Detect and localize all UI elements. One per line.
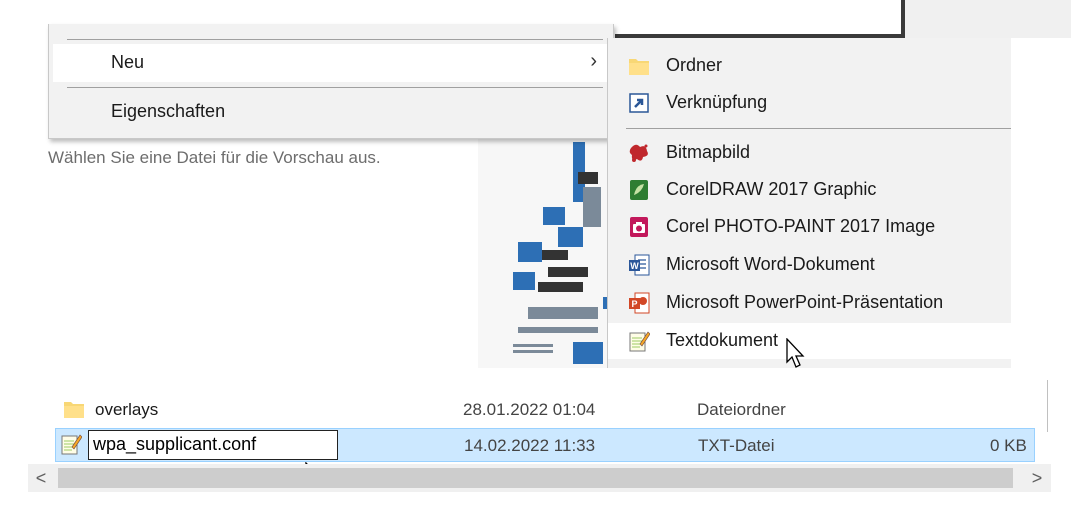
- submenu-arrow-icon: ›: [590, 50, 597, 72]
- pane-divider: [1047, 380, 1048, 432]
- submenu-item-bitmapbild[interactable]: Bitmapbild: [608, 135, 1011, 171]
- menu-item-neu[interactable]: Neu ›: [53, 44, 609, 82]
- background-window-area: [905, 0, 1071, 38]
- mouse-cursor-icon: [786, 338, 805, 368]
- file-size: 0 KB: [990, 436, 1027, 455]
- submenu-item-label: Microsoft PowerPoint-Präsentation: [666, 292, 944, 312]
- submenu-item-coreldraw[interactable]: CorelDRAW 2017 Graphic: [608, 172, 1011, 208]
- submenu-item-label: Microsoft Word-Dokument: [666, 254, 875, 274]
- menu-item-label: Eigenschaften: [111, 101, 226, 121]
- menu-separator: [67, 39, 603, 40]
- scroll-left-button[interactable]: <: [28, 464, 54, 492]
- preview-image: [478, 132, 613, 368]
- preview-message: Wählen Sie eine Datei für die Vorschau a…: [48, 148, 381, 167]
- submenu-item-textdokument[interactable]: Textdokument: [608, 323, 1011, 359]
- submenu-new: Ordner Verknüpfung Bitmapbild CorelDRAW …: [607, 38, 1011, 368]
- horizontal-scrollbar[interactable]: >: [28, 464, 1051, 492]
- file-row-overlays[interactable]: overlays 28.01.2022 01:04 Dateiordner: [55, 393, 1035, 427]
- photopaint-icon: [630, 217, 648, 237]
- file-type: TXT-Datei: [698, 436, 775, 455]
- file-name: overlays: [95, 400, 159, 419]
- svg-text:P: P: [631, 299, 637, 309]
- menu-separator: [67, 87, 603, 88]
- context-menu: Neu › Eigenschaften: [48, 24, 614, 139]
- menu-item-eigenschaften[interactable]: Eigenschaften: [53, 93, 609, 131]
- folder-icon: [629, 59, 649, 75]
- submenu-item-ordner[interactable]: Ordner: [608, 48, 1011, 84]
- folder-icon: [64, 402, 84, 418]
- bitmap-icon: [629, 144, 648, 162]
- submenu-item-photopaint[interactable]: Corel PHOTO-PAINT 2017 Image: [608, 209, 1011, 245]
- file-date: 28.01.2022 01:04: [463, 400, 596, 419]
- file-row-wpa-supplicant[interactable]: wpa_supplicant.conf 14.02.2022 11:33 TXT…: [55, 428, 1035, 462]
- scrollbar-thumb[interactable]: [58, 468, 1013, 488]
- submenu-item-label: Textdokument: [666, 330, 779, 350]
- rename-input[interactable]: wpa_supplicant.conf: [88, 430, 338, 460]
- submenu-item-word[interactable]: W Microsoft Word-Dokument: [608, 247, 1011, 283]
- text-document-icon: [629, 331, 650, 352]
- scroll-right-button[interactable]: >: [1023, 464, 1051, 492]
- submenu-item-label: CorelDRAW 2017 Graphic: [666, 179, 877, 199]
- powerpoint-icon: P: [629, 292, 650, 314]
- submenu-item-label: Bitmapbild: [666, 142, 751, 162]
- menu-item-label: Neu: [111, 52, 145, 72]
- submenu-item-verknuepfung[interactable]: Verknüpfung: [608, 85, 1011, 121]
- background-window-frame: [615, 0, 905, 38]
- submenu-item-label: Corel PHOTO-PAINT 2017 Image: [666, 216, 936, 236]
- svg-text:W: W: [630, 261, 639, 271]
- submenu-item-label: Ordner: [666, 55, 723, 75]
- coreldraw-icon: [630, 180, 648, 200]
- shortcut-icon: [629, 93, 649, 113]
- submenu-item-label: Verknüpfung: [666, 92, 768, 112]
- menu-separator: [626, 128, 1011, 129]
- file-type: Dateiordner: [697, 400, 786, 419]
- word-icon: W: [629, 254, 650, 276]
- text-file-icon: [61, 434, 82, 455]
- file-date: 14.02.2022 11:33: [464, 436, 596, 455]
- submenu-item-powerpoint[interactable]: P Microsoft PowerPoint-Präsentation: [608, 285, 1011, 321]
